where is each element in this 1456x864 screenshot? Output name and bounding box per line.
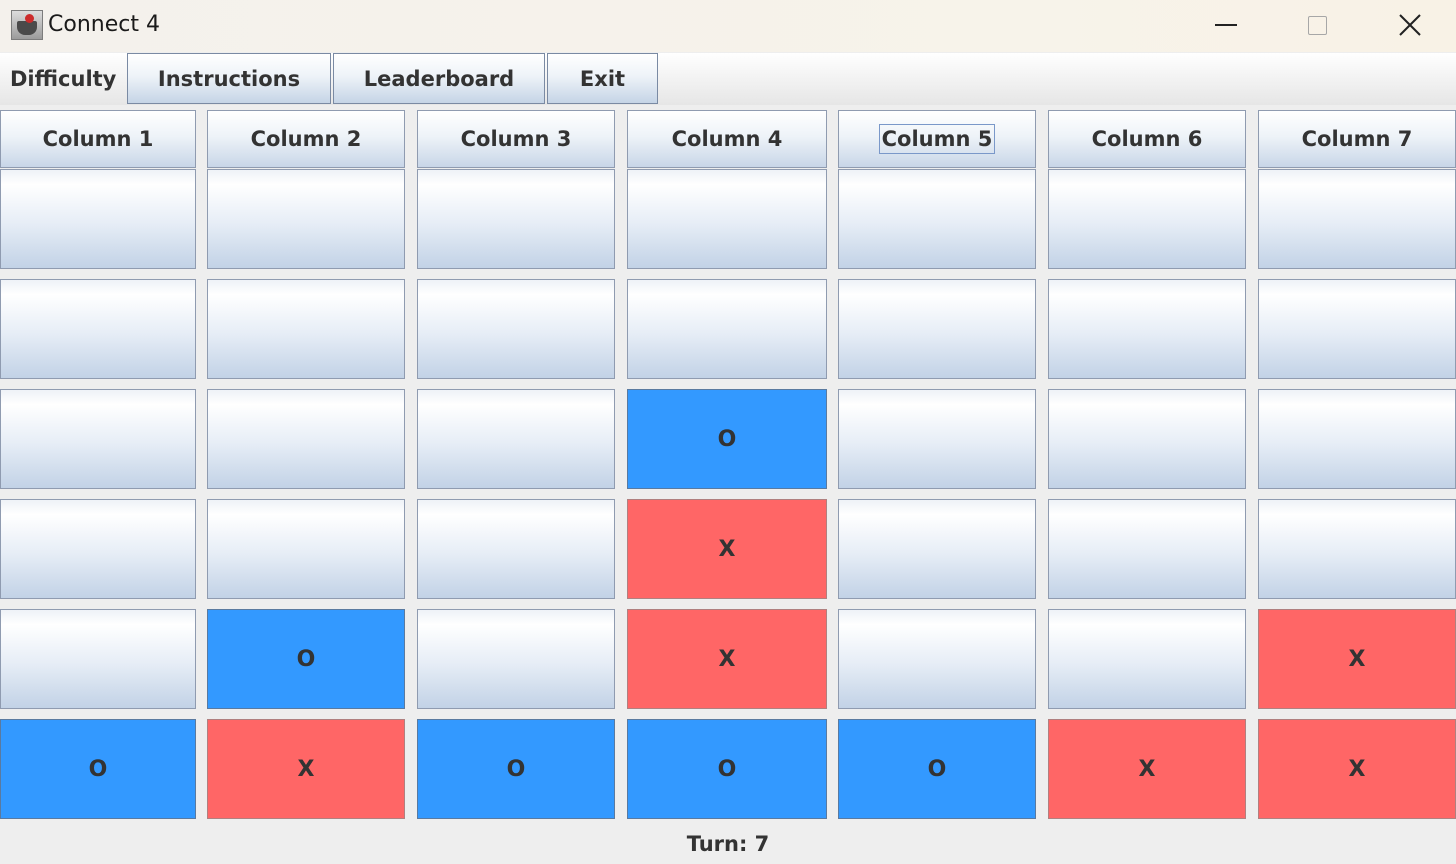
board-cell-r2-c5[interactable] [838, 279, 1036, 379]
turn-status: Turn: 7 [686, 832, 770, 856]
board-cell-r4-c2[interactable] [207, 499, 405, 599]
exit-button[interactable]: Exit [547, 53, 658, 104]
column-5-button[interactable]: Column 5 [838, 110, 1036, 168]
column-label: Column 3 [460, 127, 572, 151]
board-cell-r5-c6[interactable] [1048, 609, 1246, 709]
column-1-button[interactable]: Column 1 [0, 110, 196, 168]
board-cell-r2-c3[interactable] [417, 279, 615, 379]
board-cell-r5-c3[interactable] [417, 609, 615, 709]
close-button[interactable] [1364, 0, 1456, 50]
board-cell-r6-c6[interactable]: X [1048, 719, 1246, 819]
board-cell-r5-c1[interactable] [0, 609, 196, 709]
board-cell-r6-c3[interactable]: O [417, 719, 615, 819]
column-7-button[interactable]: Column 7 [1258, 110, 1456, 168]
board-cell-r5-c2[interactable]: O [207, 609, 405, 709]
board-cell-r1-c4[interactable] [627, 169, 827, 269]
board-cell-r1-c7[interactable] [1258, 169, 1456, 269]
board-cell-r1-c1[interactable] [0, 169, 196, 269]
board-cell-r3-c2[interactable] [207, 389, 405, 489]
board-cell-r6-c7[interactable]: X [1258, 719, 1456, 819]
board-cell-r2-c1[interactable] [0, 279, 196, 379]
maximize-button[interactable] [1271, 0, 1363, 50]
board-cell-r6-c1[interactable]: O [0, 719, 196, 819]
board-cell-r6-c2[interactable]: X [207, 719, 405, 819]
board-cell-r4-c7[interactable] [1258, 499, 1456, 599]
column-label: Column 4 [671, 127, 783, 151]
instructions-button[interactable]: Instructions [127, 53, 331, 104]
board-cell-r3-c4[interactable]: O [627, 389, 827, 489]
board-cell-r1-c5[interactable] [838, 169, 1036, 269]
board-cell-r3-c1[interactable] [0, 389, 196, 489]
menu-bar: Difficulty Instructions Leaderboard Exit [0, 53, 1456, 105]
board-cell-r6-c4[interactable]: O [627, 719, 827, 819]
column-label: Column 7 [1301, 127, 1413, 151]
board-cell-r3-c5[interactable] [838, 389, 1036, 489]
board-cell-r3-c3[interactable] [417, 389, 615, 489]
minimize-button[interactable] [1180, 0, 1272, 50]
board-cell-r2-c4[interactable] [627, 279, 827, 379]
board-cell-r5-c4[interactable]: X [627, 609, 827, 709]
close-icon [1399, 14, 1421, 36]
board-cell-r1-c6[interactable] [1048, 169, 1246, 269]
board-cell-r2-c6[interactable] [1048, 279, 1246, 379]
board-cell-r2-c2[interactable] [207, 279, 405, 379]
board-cell-r1-c3[interactable] [417, 169, 615, 269]
board-cell-r4-c5[interactable] [838, 499, 1036, 599]
column-label: Column 5 [878, 124, 996, 154]
board-cell-r5-c7[interactable]: X [1258, 609, 1456, 709]
board-cell-r3-c7[interactable] [1258, 389, 1456, 489]
board-cell-r6-c5[interactable]: O [838, 719, 1036, 819]
minimize-icon [1215, 24, 1237, 26]
column-4-button[interactable]: Column 4 [627, 110, 827, 168]
java-app-icon [11, 10, 43, 40]
board-cell-r1-c2[interactable] [207, 169, 405, 269]
board-cell-r4-c3[interactable] [417, 499, 615, 599]
board-cell-r2-c7[interactable] [1258, 279, 1456, 379]
app-window: Connect 4 Difficulty Instructions Leader… [0, 0, 1456, 864]
column-3-button[interactable]: Column 3 [417, 110, 615, 168]
column-label: Column 1 [42, 127, 154, 151]
window-title: Connect 4 [48, 12, 160, 37]
board-cell-r4-c1[interactable] [0, 499, 196, 599]
column-label: Column 2 [250, 127, 362, 151]
column-6-button[interactable]: Column 6 [1048, 110, 1246, 168]
board-cell-r5-c5[interactable] [838, 609, 1036, 709]
board-cell-r3-c6[interactable] [1048, 389, 1246, 489]
leaderboard-button[interactable]: Leaderboard [333, 53, 545, 104]
maximize-icon [1307, 15, 1327, 35]
column-2-button[interactable]: Column 2 [207, 110, 405, 168]
difficulty-menu[interactable]: Difficulty [10, 67, 116, 91]
board-cell-r4-c4[interactable]: X [627, 499, 827, 599]
title-bar[interactable]: Connect 4 [0, 0, 1456, 52]
column-label: Column 6 [1091, 127, 1203, 151]
board-cell-r4-c6[interactable] [1048, 499, 1246, 599]
